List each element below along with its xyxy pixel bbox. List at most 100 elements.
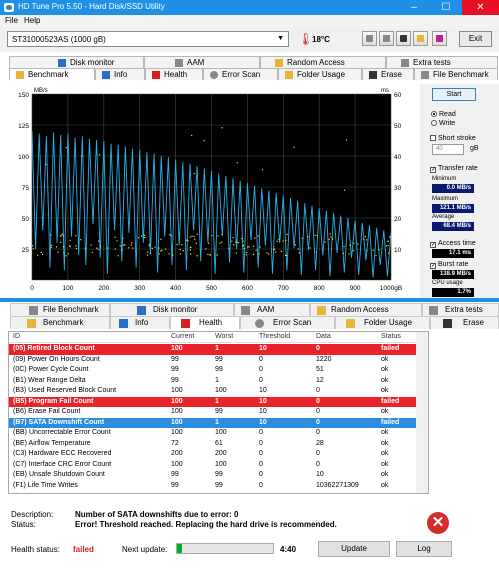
tab-random-access-2[interactable]: Random Access (310, 303, 422, 316)
menu-file[interactable]: File (5, 16, 18, 25)
save-button[interactable] (432, 31, 447, 46)
access-time-point (187, 240, 189, 242)
tab-extra-tests-2[interactable]: Extra tests (422, 303, 499, 316)
radio-selected-icon (431, 111, 437, 117)
cell-current: 72 (171, 439, 179, 447)
table-scrollbar[interactable] (416, 332, 428, 493)
table-row[interactable]: (B1) Wear Range Delta 99 1 0 12 ok (9, 376, 428, 387)
exit-button[interactable]: Exit (459, 31, 492, 47)
tab-erase-2[interactable]: Erase (430, 316, 499, 329)
maximize-button[interactable]: ☐ (430, 0, 462, 15)
next-update-label: Next update: (122, 545, 168, 554)
table-row[interactable]: (C7) Interface CRC Error Count 100 100 0 0 ok (9, 460, 428, 471)
burst-rate-checkbox[interactable]: ✓ Burst rate (430, 261, 468, 269)
table-row[interactable]: (B7) SATA Downshift Count 100 1 10 0 failed (9, 417, 428, 428)
tab-error-scan[interactable]: Error Scan (203, 68, 278, 80)
maximum-value: 121.1 MB/s (432, 204, 474, 213)
access-time-point (182, 250, 184, 252)
cell-worst: 61 (215, 439, 223, 447)
log-button[interactable]: Log (396, 541, 452, 557)
tab-error-scan-2[interactable]: Error Scan (240, 316, 335, 329)
access-time-point (345, 139, 348, 141)
drive-select[interactable]: ST31000523AS (1000 gB) ▼ (7, 31, 289, 47)
cpu-usage-value: 1.7% (432, 288, 474, 297)
y-tick-label: 125 (18, 123, 29, 130)
tab-extra-tests[interactable]: Extra tests (386, 56, 498, 68)
options-button[interactable] (413, 31, 428, 46)
access-time-point (193, 172, 195, 175)
access-time-point (147, 251, 149, 253)
menu-help[interactable]: Help (24, 16, 40, 25)
stroke-size-input[interactable]: 40 (432, 144, 464, 155)
benchmark-icon (16, 71, 24, 79)
screenshot-button[interactable] (396, 31, 411, 46)
update-progress-fill (177, 544, 182, 553)
table-row[interactable]: (F1) Life Time Writes 99 99 0 10362271309 ok (9, 481, 428, 492)
tab-benchmark-2[interactable]: Benchmark (10, 316, 110, 329)
y-tick-label: 150 (18, 92, 29, 99)
tab-aam-2[interactable]: AAM (234, 303, 310, 316)
access-time-point (241, 237, 243, 240)
tab-disk-monitor[interactable]: Disk monitor (9, 56, 144, 68)
access-time-point (106, 247, 109, 249)
table-row[interactable]: (BB) Uncorrectable Error Count 100 100 0 0 ok (9, 428, 428, 439)
tab-file-benchmark-2[interactable]: File Benchmark (10, 303, 110, 316)
access-time-point (268, 253, 270, 255)
tab-benchmark[interactable]: Benchmark (9, 68, 95, 80)
tab-file-benchmark[interactable]: File Benchmark (414, 68, 498, 80)
short-stroke-checkbox[interactable]: Short stroke (430, 135, 476, 142)
tab-folder-usage[interactable]: Folder Usage (278, 68, 362, 80)
start-button[interactable]: Start (432, 88, 476, 101)
column-data[interactable]: Data (316, 333, 331, 340)
column-status[interactable]: Status (381, 333, 401, 340)
table-row[interactable]: (B3) Used Reserved Block Count 100 100 10 0 o… (9, 386, 428, 397)
cell-worst: 1 (215, 418, 219, 426)
tab-info-2[interactable]: Info (110, 316, 170, 329)
access-time-point (65, 147, 67, 149)
column-id[interactable]: ID (13, 333, 20, 340)
tab-health[interactable]: Health (145, 68, 203, 80)
access-time-point (55, 246, 58, 248)
table-row[interactable]: (05) Retired Block Count 100 1 10 0 failed (9, 344, 428, 355)
x-tick-label: 200 (98, 285, 109, 292)
column-current[interactable]: Current (171, 333, 194, 340)
access-time-point (235, 241, 237, 243)
minimize-button[interactable]: – (398, 0, 430, 15)
close-button[interactable]: ✕ (462, 0, 499, 15)
table-row[interactable]: (0C) Power Cycle Count 99 99 0 51 ok (9, 365, 428, 376)
copy-text-button[interactable] (379, 31, 394, 46)
read-radio[interactable]: Read (431, 111, 456, 118)
access-time-point (221, 234, 223, 236)
column-worst[interactable]: Worst (215, 333, 233, 340)
access-time-point (170, 234, 172, 237)
table-row[interactable]: (C3) Hardware ECC Recovered 200 200 0 0 ok (9, 449, 428, 460)
update-button[interactable]: Update (318, 541, 390, 557)
access-time-point (190, 253, 192, 255)
cell-current: 200 (171, 450, 183, 457)
tab-random-access[interactable]: Random Access (260, 56, 386, 68)
column-threshold[interactable]: Threshold (259, 333, 290, 340)
table-row[interactable]: (EB) Unsafe Shutdown Count 99 99 0 10 ok (9, 470, 428, 481)
tab-aam[interactable]: AAM (144, 56, 260, 68)
access-time-checkbox[interactable]: ✓ Access time (430, 240, 476, 248)
cell-threshold: 10 (259, 397, 267, 405)
table-row[interactable]: (B5) Program Fail Count 100 1 10 0 failed (9, 396, 428, 407)
cell-worst: 99 (215, 481, 223, 489)
transfer-rate-checkbox[interactable]: ✓ Transfer rate (430, 165, 478, 173)
y2-tick-label: 30 (394, 185, 402, 192)
tab-info[interactable]: Info (95, 68, 145, 80)
copy-button[interactable] (362, 31, 377, 46)
write-radio[interactable]: Write (431, 120, 455, 127)
access-time-point (343, 245, 345, 248)
tab-erase[interactable]: Erase (362, 68, 414, 80)
access-time-point (50, 244, 53, 247)
tab-folder-usage-2[interactable]: Folder Usage (335, 316, 430, 329)
table-row[interactable]: (BE) Airflow Temperature 72 61 0 28 ok (9, 439, 428, 450)
access-time-point (208, 242, 210, 244)
tab-health-2[interactable]: Health (170, 316, 240, 329)
table-row[interactable]: (09) Power On Hours Count 99 99 0 1220 ok (9, 355, 428, 366)
access-time-point (236, 162, 238, 164)
tab-disk-monitor-2[interactable]: Disk monitor (110, 303, 234, 316)
access-time-point (99, 245, 102, 248)
table-row[interactable]: (B6) Erase Fail Count 100 99 10 0 ok (9, 407, 428, 418)
